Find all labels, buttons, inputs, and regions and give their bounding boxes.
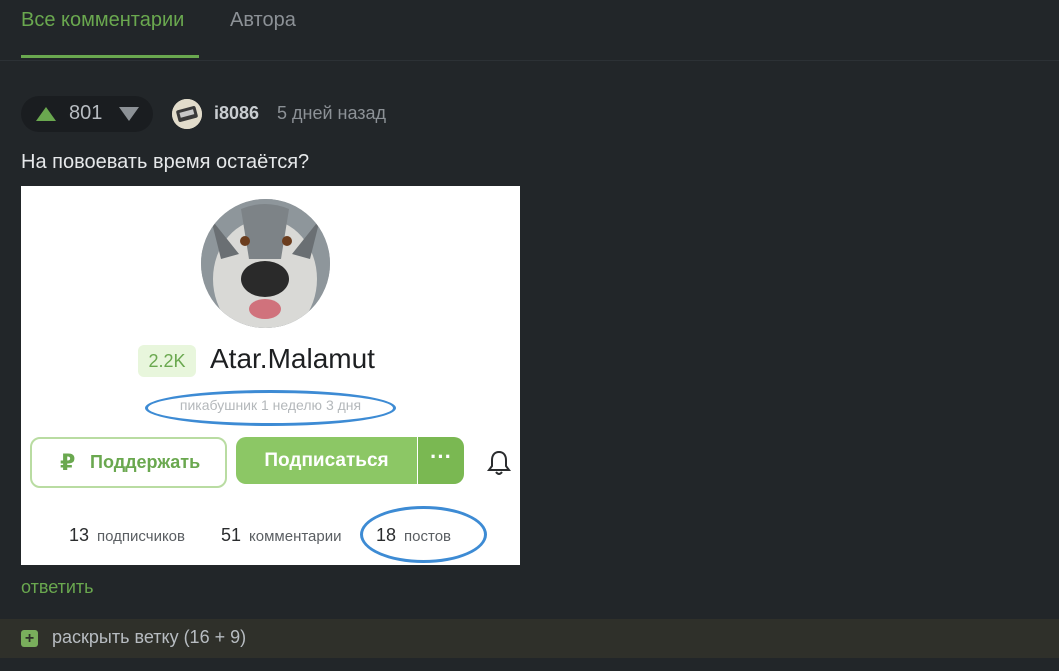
profile-avatar [201, 199, 330, 328]
upvote-arrow-icon[interactable] [36, 107, 56, 121]
comment-image: 2.2K Atar.Malamut пикабушник 1 неделю 3 … [21, 186, 520, 565]
active-tab-indicator [21, 55, 199, 58]
ruble-icon: ₽ [60, 450, 76, 475]
downvote-arrow-icon[interactable] [119, 107, 139, 121]
stat-subscribers: 13 подписчиков [69, 525, 185, 546]
expand-thread-label: раскрыть ветку (16 + 9) [52, 627, 247, 647]
stat-label: подписчиков [97, 528, 185, 545]
user-avatar-image [172, 99, 202, 129]
bell-icon [487, 450, 511, 481]
more-options-button: ··· [418, 437, 464, 484]
stat-label: комментарии [249, 528, 342, 545]
support-button-label: Поддержать [90, 452, 201, 472]
comment-author[interactable]: i8086 [214, 103, 259, 124]
stat-value: 13 [69, 525, 90, 545]
profile-name: Atar.Malamut [210, 343, 375, 374]
support-button: ₽ Поддержать [30, 437, 227, 488]
malamute-photo [201, 199, 330, 328]
stat-comments: 51 комментарии [221, 525, 342, 546]
rating-count: 801 [69, 102, 103, 124]
annotation-oval [360, 506, 487, 563]
subscribe-button: Подписаться [236, 437, 417, 484]
annotation-oval [145, 390, 396, 426]
reply-link[interactable]: ответить [21, 577, 94, 598]
comment-tabs: Все комментарии Автора [0, 0, 1059, 61]
avatar[interactable] [172, 99, 202, 129]
comment-body: На повоевать время остаётся? [21, 151, 310, 173]
rating-widget: 801 [21, 96, 153, 132]
plus-icon: + [21, 630, 38, 647]
stat-value: 51 [221, 525, 242, 545]
rating-badge: 2.2K [138, 345, 196, 377]
tab-author[interactable]: Автора [230, 9, 296, 32]
expand-thread-button[interactable]: + раскрыть ветку (16 + 9) [0, 619, 1059, 658]
comment-timestamp: 5 дней назад [277, 103, 387, 123]
tab-all-comments[interactable]: Все комментарии [21, 9, 184, 32]
